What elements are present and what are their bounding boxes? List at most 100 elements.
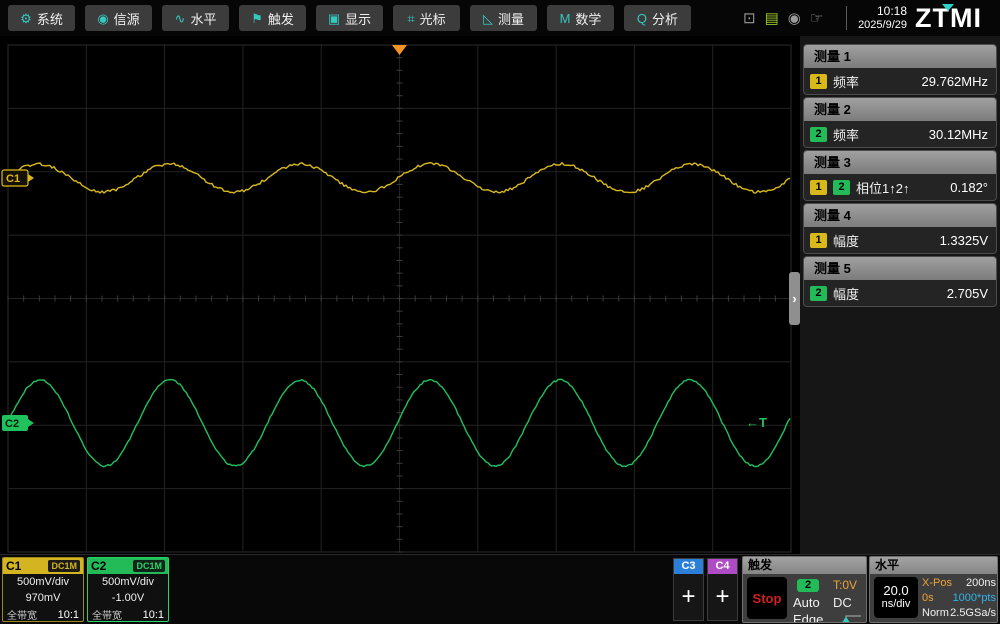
toolbar-button-label: 显示 xyxy=(345,9,371,28)
channel-name: C3 xyxy=(674,559,703,574)
svg-text:←T: ←T xyxy=(746,415,767,430)
measure-icon: ◺ xyxy=(483,12,493,25)
touch-icon[interactable]: ◉ xyxy=(788,9,801,27)
toolbar-button-cursor[interactable]: ⌗ 光标 xyxy=(393,5,460,31)
toolbar-button-trigger[interactable]: ⚑触发 xyxy=(239,5,306,31)
measurement-row: 1 频率 29.762MHz xyxy=(804,68,996,94)
measurement-card-2[interactable]: 测量 2 2 频率 30.12MHz xyxy=(803,97,997,148)
timebase-box[interactable]: 20.0 ns/div xyxy=(874,577,918,618)
date-label: 2025/9/29 xyxy=(852,18,907,32)
measurement-label: 幅度 xyxy=(833,231,859,250)
measurement-row: 2 频率 30.12MHz xyxy=(804,121,996,147)
channel-header: C2 DC1M xyxy=(88,558,168,574)
channel-name: C4 xyxy=(708,559,737,574)
coupling-badge: DC1M xyxy=(48,560,80,572)
probe-ratio: 10:1 xyxy=(143,609,164,621)
channel-scale: 500mV/div xyxy=(88,574,168,590)
toolbar-button-source[interactable]: ◉ 信源 xyxy=(85,5,152,31)
toolbar: ⚙系统 ◉ 信源 ∿水平 ⚑触发 ▣ 显示 ⌗ 光标 ◺ 测量 M数学 Q 分析 ⊡ ▤ … xyxy=(0,0,1000,36)
add-channel-icon[interactable]: + xyxy=(674,574,703,620)
toolbar-button-math[interactable]: M数学 xyxy=(547,5,614,31)
measurement-row: 1 2 相位1↑2↑ 0.182° xyxy=(804,174,996,200)
toolbar-button-display[interactable]: ▣ 显示 xyxy=(316,5,383,31)
channel-box-c3[interactable]: C3 + xyxy=(673,558,704,621)
trigger-coupling: DC xyxy=(833,595,866,610)
toolbar-button-label: 触发 xyxy=(268,9,294,28)
gear-icon: ⚙ xyxy=(20,12,32,25)
graticule-canvas: C1C2←T xyxy=(0,36,800,554)
toolbar-button-label: 分析 xyxy=(652,9,678,28)
channel-box-c2[interactable]: C2 DC1M 500mV/div -1.00V 全带宽 10:1 xyxy=(87,557,169,622)
trigger-mode: Auto xyxy=(793,595,831,610)
trigger-panel[interactable]: 触发 Stop 2 Auto Edge T:0V DC xyxy=(742,556,867,623)
trigger-source-badge: 2 xyxy=(797,579,819,592)
math-icon: M xyxy=(560,12,571,25)
channel-footer: 全带宽 10:1 xyxy=(88,607,168,622)
oscilloscope-screen: ⚙系统 ◉ 信源 ∿水平 ⚑触发 ▣ 显示 ⌗ 光标 ◺ 测量 M数学 Q 分析 ⊡ ▤ … xyxy=(0,0,1000,624)
timebase-value: 20.0 xyxy=(874,583,918,598)
channel-footer: 全带宽 10:1 xyxy=(3,607,83,622)
measurement-title: 测量 3 xyxy=(804,151,996,174)
measurement-value: 30.12MHz xyxy=(929,127,988,142)
cursor-grid-icon: ⌗ xyxy=(407,12,414,25)
measurement-title: 测量 5 xyxy=(804,257,996,280)
toolbar-button-label: 光标 xyxy=(420,9,446,28)
bandwidth-label: 全带宽 xyxy=(92,607,122,622)
sample-rate: 2.5GSa/s xyxy=(950,606,996,621)
panel-collapse-handle[interactable]: › xyxy=(789,272,800,325)
measurement-label: 频率 xyxy=(833,125,859,144)
delay-value: 0s xyxy=(922,591,934,606)
channel-1-badge: 1 xyxy=(810,233,827,248)
trigger-level: T:0V xyxy=(833,578,866,592)
measurement-value: 2.705V xyxy=(947,286,988,301)
toolbar-button-system[interactable]: ⚙系统 xyxy=(8,5,75,31)
signal-source-icon: ◉ xyxy=(97,12,108,25)
toolbar-button-label: 测量 xyxy=(498,9,524,28)
channel-2-badge: 2 xyxy=(810,127,827,142)
display-icon: ▣ xyxy=(328,12,340,25)
xpos-value: 200ns xyxy=(966,576,996,591)
toolbar-button-label: 水平 xyxy=(190,9,216,28)
measurement-title: 测量 2 xyxy=(804,98,996,121)
logo-triangle-icon xyxy=(942,4,954,11)
horizontal-panel-title: 水平 xyxy=(870,557,997,574)
measurement-label: 相位1↑2↑ xyxy=(856,178,909,197)
measurement-row: 1 幅度 1.3325V xyxy=(804,227,996,253)
usb-icon[interactable]: ▤ xyxy=(765,9,779,27)
measurement-card-1[interactable]: 测量 1 1 频率 29.762MHz xyxy=(803,44,997,95)
channel-box-c1[interactable]: C1 DC1M 500mV/div 970mV 全带宽 10:1 xyxy=(2,557,84,622)
trigger-type: Edge xyxy=(793,612,831,623)
svg-text:C1: C1 xyxy=(6,173,20,185)
toolbar-button-label: 信源 xyxy=(114,9,140,28)
channel-name: C1 xyxy=(6,559,21,573)
channel-header: C1 DC1M xyxy=(3,558,83,574)
channel-offset: -1.00V xyxy=(88,590,168,606)
channel-2-badge: 2 xyxy=(833,180,850,195)
horizontal-panel[interactable]: 水平 20.0 ns/div X-Pos 200ns 0s 1000*pts xyxy=(869,556,998,623)
trigger-right-column: T:0V DC xyxy=(833,575,866,623)
xpos-label: X-Pos xyxy=(922,576,952,591)
measurement-title: 测量 1 xyxy=(804,45,996,68)
toolbar-button-analyze[interactable]: Q 分析 xyxy=(624,5,691,31)
add-channel-icon[interactable]: + xyxy=(708,574,737,620)
bandwidth-label: 全带宽 xyxy=(7,607,37,622)
waveform-display[interactable]: C1C2←T xyxy=(0,36,800,554)
acquisition-status[interactable]: Stop xyxy=(747,577,787,619)
trigger-mid-column: 2 Auto Edge xyxy=(793,575,831,623)
screen-icon[interactable]: ⊡ xyxy=(743,9,756,27)
gesture-icon[interactable]: ☞ xyxy=(810,9,823,27)
record-points: 1000*pts xyxy=(953,591,996,606)
measurement-title: 测量 4 xyxy=(804,204,996,227)
channel-box-c4[interactable]: C4 + xyxy=(707,558,738,621)
clock: 10:18 2025/9/29 xyxy=(852,4,907,32)
measurement-card-3[interactable]: 测量 3 1 2 相位1↑2↑ 0.182° xyxy=(803,150,997,201)
toolbar-button-horizontal[interactable]: ∿水平 xyxy=(162,5,229,31)
rising-edge-icon xyxy=(833,613,863,623)
measurement-card-4[interactable]: 测量 4 1 幅度 1.3325V xyxy=(803,203,997,254)
toolbar-button-measure[interactable]: ◺ 测量 xyxy=(470,5,537,31)
analyze-icon: Q xyxy=(637,12,647,25)
trigger-panel-title: 触发 xyxy=(743,557,866,574)
chevron-right-icon: › xyxy=(792,291,796,306)
status-icons: ⊡ ▤ ◉ ☞ xyxy=(743,5,823,31)
measurement-card-5[interactable]: 测量 5 2 幅度 2.705V xyxy=(803,256,997,307)
